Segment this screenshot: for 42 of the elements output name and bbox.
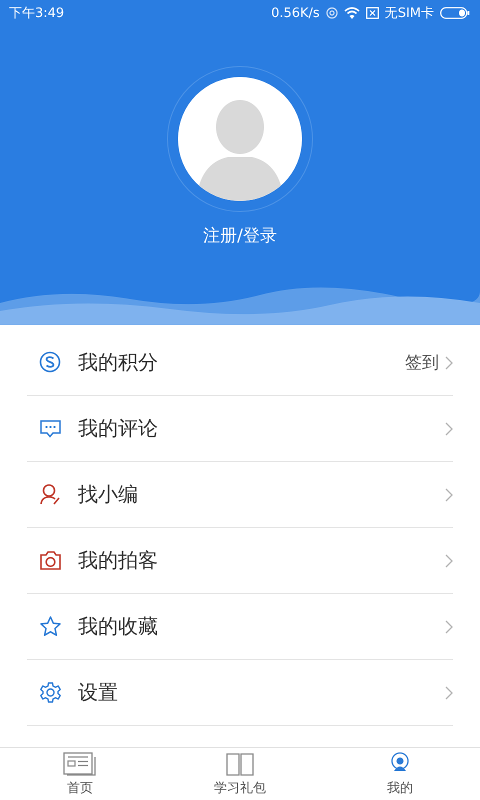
settings-icon xyxy=(39,681,62,704)
menu-item[interactable]: 设置 xyxy=(27,660,453,726)
menu-item[interactable]: 我的收藏 xyxy=(27,594,453,660)
sign-in-link[interactable]: 签到 xyxy=(405,351,439,374)
battery-icon xyxy=(440,7,470,19)
star-icon xyxy=(39,615,62,638)
chevron-right-icon xyxy=(445,554,453,568)
person-silhouette-icon xyxy=(178,77,302,201)
avatar[interactable] xyxy=(167,66,313,212)
wifi-icon xyxy=(344,7,360,19)
person-edit-icon xyxy=(39,483,62,506)
menu-label: 我的评论 xyxy=(78,415,159,442)
tab-label: 学习礼包 xyxy=(214,780,266,796)
tab-label: 我的 xyxy=(387,780,413,796)
no-sim-icon xyxy=(366,7,379,19)
camera-icon xyxy=(39,549,62,572)
tab-label: 首页 xyxy=(67,780,93,796)
book-icon xyxy=(226,752,254,776)
menu-label: 我的收藏 xyxy=(78,613,159,640)
status-time: 下午3:49 xyxy=(9,5,64,22)
menu-label: 找小编 xyxy=(78,481,139,508)
chevron-right-icon xyxy=(445,686,453,700)
news-icon xyxy=(63,752,97,776)
menu-label: 我的拍客 xyxy=(78,547,159,574)
menu-label: 设置 xyxy=(78,679,119,706)
menu-item[interactable]: 我的积分 签到 xyxy=(27,330,453,396)
chevron-right-icon xyxy=(445,422,453,436)
network-speed: 0.56K/s xyxy=(271,6,320,20)
tab[interactable]: 我的 xyxy=(320,748,480,800)
chevron-right-icon xyxy=(445,356,453,370)
tab[interactable]: 首页 xyxy=(0,748,160,800)
login-link[interactable]: 注册/登录 xyxy=(203,224,277,247)
tab[interactable]: 学习礼包 xyxy=(160,748,320,800)
menu-item[interactable]: 我的评论 xyxy=(27,396,453,462)
menu-item[interactable]: 我的拍客 xyxy=(27,528,453,594)
chevron-right-icon xyxy=(445,620,453,634)
hotspot-icon xyxy=(326,7,338,19)
points-icon xyxy=(39,351,62,374)
sim-status: 无SIM卡 xyxy=(384,5,434,22)
chevron-right-icon xyxy=(445,488,453,502)
menu-item[interactable]: 找小编 xyxy=(27,462,453,528)
menu-label: 我的积分 xyxy=(78,349,159,376)
